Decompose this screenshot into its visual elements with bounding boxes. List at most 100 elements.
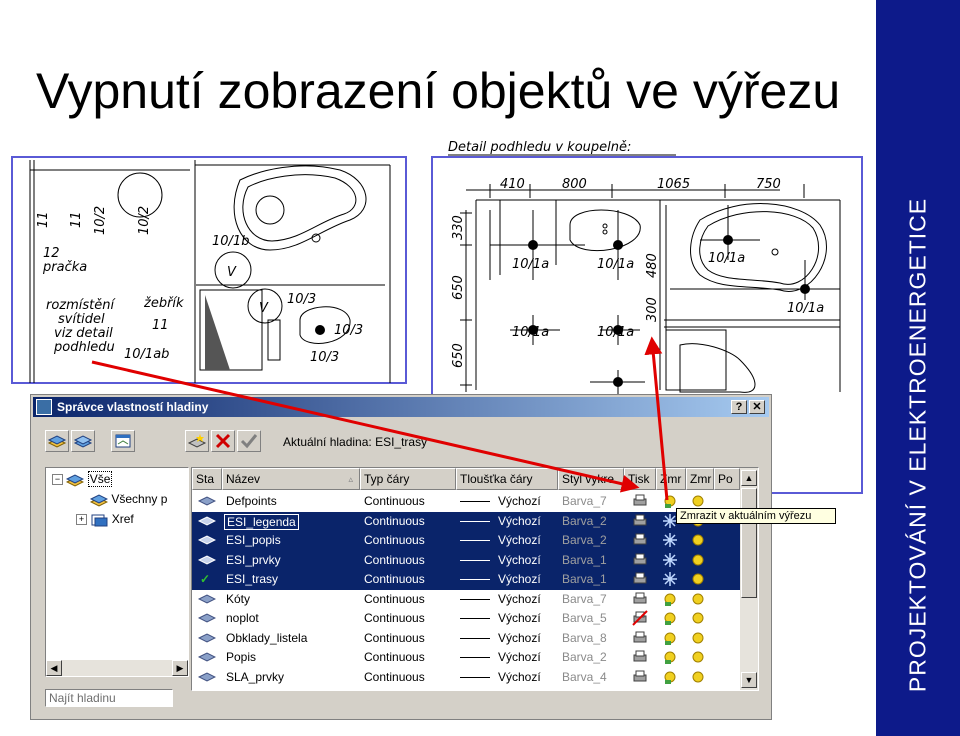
sun-icon[interactable] <box>662 669 678 688</box>
table-row[interactable]: ✓ ESI_trasy Continuous Výchozí Barva_1 <box>192 570 740 590</box>
layer-name[interactable]: noplot <box>226 611 259 625</box>
printer-icon[interactable] <box>632 649 648 668</box>
sun-icon[interactable] <box>662 610 678 629</box>
layer-name[interactable]: Obklady_listela <box>226 631 307 645</box>
layer-status-icon[interactable] <box>197 533 217 548</box>
printer-icon[interactable] <box>632 669 648 688</box>
layer-linetype[interactable]: Continuous <box>364 611 425 625</box>
layer-plotstyle[interactable]: Barva_4 <box>562 670 607 684</box>
layer-status-icon[interactable] <box>197 650 217 665</box>
layer-linetype[interactable]: Continuous <box>364 670 425 684</box>
printer-icon[interactable] <box>632 513 648 532</box>
table-row[interactable]: Popis Continuous Výchozí Barva_2 <box>192 648 740 668</box>
table-row[interactable]: noplot Continuous Výchozí Barva_5 <box>192 609 740 629</box>
layer-linetype[interactable]: Continuous <box>364 631 425 645</box>
layer-status-icon[interactable] <box>197 494 217 509</box>
layer-list[interactable]: Sta Název ▵ Typ čáry Tloušťka čáry Styl … <box>191 467 759 691</box>
layer-linetype[interactable]: Continuous <box>364 572 425 586</box>
snowflake-icon[interactable] <box>662 532 678 551</box>
tree-item-xref[interactable]: + Xref <box>76 512 134 527</box>
states-manager-button[interactable] <box>111 430 135 452</box>
set-current-button[interactable] <box>237 430 261 452</box>
scroll-thumb[interactable] <box>741 488 757 598</box>
layer-name[interactable]: ESI_trasy <box>226 572 278 586</box>
tree-item-all[interactable]: − Vše <box>52 471 113 487</box>
tree-item-all-used[interactable]: Všechny p <box>89 492 167 507</box>
layer-lineweight[interactable]: Výchozí <box>498 514 541 528</box>
close-button[interactable]: ✕ <box>749 400 765 414</box>
snowflake-icon[interactable] <box>662 552 678 571</box>
snowflake-icon[interactable] <box>662 571 678 590</box>
sun-icon[interactable] <box>690 532 706 551</box>
col-header-linetype[interactable]: Typ čáry <box>360 468 456 490</box>
layer-linetype[interactable]: Continuous <box>364 553 425 567</box>
printer-icon[interactable] <box>632 591 648 610</box>
sun-icon[interactable] <box>690 669 706 688</box>
find-layer-input[interactable]: Najít hladinu <box>45 689 173 707</box>
printer-icon[interactable] <box>632 493 648 512</box>
table-row[interactable]: SLA_prvky Continuous Výchozí Barva_4 <box>192 668 740 688</box>
layer-lineweight[interactable]: Výchozí <box>498 533 541 547</box>
layer-name[interactable]: ESI_popis <box>226 533 281 547</box>
new-filter-button[interactable] <box>45 430 69 452</box>
layer-linetype[interactable]: Continuous <box>364 650 425 664</box>
table-row[interactable]: Obklady_listela Continuous Výchozí Barva_8 <box>192 629 740 649</box>
delete-layer-button[interactable] <box>211 430 235 452</box>
scroll-right-button[interactable]: ▶ <box>172 660 188 676</box>
layer-linetype[interactable]: Continuous <box>364 514 425 528</box>
layer-status-icon[interactable] <box>197 611 217 626</box>
printer-icon[interactable] <box>632 552 648 571</box>
layer-linetype[interactable]: Continuous <box>364 592 425 606</box>
col-header-freeze-current-vp[interactable]: Zmr <box>656 468 686 490</box>
layer-lineweight[interactable]: Výchozí <box>498 631 541 645</box>
list-vscrollbar[interactable]: ▲ ▼ <box>740 468 758 690</box>
scroll-up-button[interactable]: ▲ <box>741 470 757 486</box>
collapse-icon[interactable]: − <box>52 474 63 486</box>
layer-name[interactable]: Popis <box>226 650 256 664</box>
layer-plotstyle[interactable]: Barva_1 <box>562 553 607 567</box>
sun-icon[interactable] <box>690 610 706 629</box>
new-group-filter-button[interactable] <box>71 430 95 452</box>
layer-lineweight[interactable]: Výchozí <box>498 670 541 684</box>
layer-lineweight[interactable]: Výchozí <box>498 553 541 567</box>
layer-plotstyle[interactable]: Barva_2 <box>562 533 607 547</box>
layer-status-icon[interactable] <box>197 670 217 685</box>
layer-plotstyle[interactable]: Barva_7 <box>562 494 607 508</box>
layer-plotstyle[interactable]: Barva_2 <box>562 650 607 664</box>
printer-icon[interactable] <box>632 571 648 590</box>
scroll-down-button[interactable]: ▼ <box>741 672 757 688</box>
sun-icon[interactable] <box>662 649 678 668</box>
layer-lineweight[interactable]: Výchozí <box>498 494 541 508</box>
sun-icon[interactable] <box>690 552 706 571</box>
filter-tree[interactable]: − Vše Všechny p + Xref ◀ ▶ <box>45 467 189 677</box>
sun-icon[interactable] <box>662 630 678 649</box>
table-row[interactable]: ESI_legenda Continuous Výchozí Barva_2 <box>192 511 740 532</box>
dialog-titlebar[interactable]: Správce vlastností hladiny ? ✕ <box>33 397 769 417</box>
table-row[interactable]: Defpoints Continuous Výchozí Barva_7 <box>192 492 740 512</box>
sun-icon[interactable] <box>690 649 706 668</box>
scroll-left-button[interactable]: ◀ <box>46 660 62 676</box>
col-header-description[interactable]: Po <box>714 468 740 490</box>
printer-icon[interactable] <box>632 532 648 551</box>
layer-status-icon[interactable] <box>197 514 217 529</box>
layer-plotstyle[interactable]: Barva_1 <box>562 572 607 586</box>
col-header-status[interactable]: Sta <box>192 468 222 490</box>
printer-icon[interactable] <box>632 610 648 629</box>
layer-plotstyle[interactable]: Barva_5 <box>562 611 607 625</box>
col-header-lineweight[interactable]: Tloušťka čáry <box>456 468 558 490</box>
layer-status-icon[interactable] <box>197 553 217 568</box>
sun-icon[interactable] <box>690 571 706 590</box>
col-header-plotstyle[interactable]: Styl vykre <box>558 468 624 490</box>
layer-linetype[interactable]: Continuous <box>364 494 425 508</box>
tree-hscrollbar[interactable]: ◀ ▶ <box>46 660 188 676</box>
expand-icon[interactable]: + <box>76 514 87 526</box>
col-header-name[interactable]: Název ▵ <box>222 468 360 490</box>
table-row[interactable]: ESI_popis Continuous Výchozí Barva_2 <box>192 531 740 551</box>
layer-lineweight[interactable]: Výchozí <box>498 572 541 586</box>
layer-lineweight[interactable]: Výchozí <box>498 611 541 625</box>
layer-status-icon[interactable] <box>197 631 217 646</box>
layer-status-icon[interactable] <box>197 592 217 607</box>
sun-icon[interactable] <box>662 591 678 610</box>
table-row[interactable]: Kóty Continuous Výchozí Barva_7 <box>192 590 740 610</box>
layer-name[interactable]: SLA_prvky <box>226 670 284 684</box>
